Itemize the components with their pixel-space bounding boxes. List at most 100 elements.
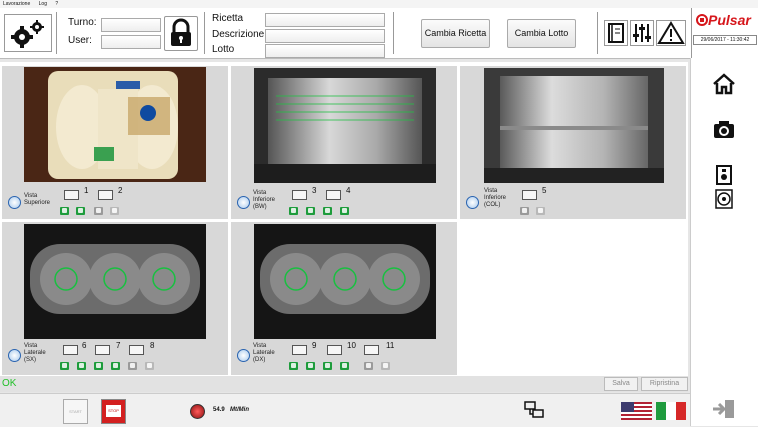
camera-label-line: Vista <box>24 193 38 199</box>
camera-button[interactable] <box>128 362 137 370</box>
camera-label-line: Vista <box>253 190 267 196</box>
snapshot-button[interactable] <box>289 362 298 370</box>
snapshot-button[interactable] <box>94 362 103 370</box>
trash-button[interactable] <box>76 207 85 215</box>
book-icon <box>608 23 624 43</box>
adjustments-button[interactable] <box>630 20 654 46</box>
device-button[interactable] <box>715 165 733 185</box>
monitor-icon[interactable] <box>522 190 537 200</box>
monitor-icon[interactable] <box>292 190 307 200</box>
turno-label: Turno: <box>68 17 97 28</box>
right-sidebar <box>690 58 758 426</box>
descrizione-label: Descrizione <box>212 29 265 40</box>
ricetta-label: Ricetta <box>212 13 244 24</box>
menu-lavorazione[interactable]: Lavorazione <box>3 1 30 7</box>
trash-button[interactable] <box>111 362 120 370</box>
trash-button[interactable] <box>306 207 315 215</box>
lock-button[interactable] <box>164 16 198 51</box>
camera-label-line: Inferiore <box>484 195 507 201</box>
manual-button[interactable] <box>604 20 628 46</box>
trash-button[interactable] <box>340 362 349 370</box>
cambia-ricetta-button[interactable]: Cambia Ricetta <box>421 19 490 48</box>
italy-flag-icon <box>656 402 686 420</box>
ripristina-button[interactable]: Ripristina <box>641 377 688 391</box>
camera-button[interactable] <box>520 207 529 215</box>
snapshot-button[interactable] <box>60 207 69 215</box>
logout-button[interactable] <box>711 398 737 420</box>
status-bar: OK Salva Ripristina <box>0 376 688 392</box>
trash-button <box>110 207 119 215</box>
lotto-label: Lotto <box>212 44 235 55</box>
user-label: User: <box>68 35 92 46</box>
monitor-icon[interactable] <box>95 345 110 355</box>
snapshot-button[interactable] <box>323 207 332 215</box>
status-text: OK <box>2 378 17 389</box>
snapshot-button[interactable] <box>323 362 332 370</box>
info-icon[interactable] <box>237 196 250 209</box>
trash-button <box>536 207 545 215</box>
monitor-number: 8 <box>150 341 155 350</box>
camera-image[interactable] <box>484 68 664 183</box>
info-icon[interactable] <box>237 349 250 362</box>
cambia-lotto-button[interactable]: Cambia Lotto <box>507 19 576 48</box>
user-field[interactable] <box>101 35 161 49</box>
camera-image[interactable] <box>24 67 206 182</box>
monitor-icon[interactable] <box>64 190 79 200</box>
camera-image[interactable] <box>254 224 436 339</box>
snapshot-button[interactable] <box>289 207 298 215</box>
info-icon[interactable] <box>8 349 21 362</box>
camera-label-line: Inferiore <box>253 197 276 203</box>
camera-image[interactable] <box>24 224 206 339</box>
camera-image[interactable] <box>254 68 436 183</box>
info-icon[interactable] <box>466 196 479 209</box>
disk-button[interactable] <box>715 189 733 209</box>
camera-label-line: (COL) <box>484 202 501 208</box>
brand-name: Pulsar <box>708 12 751 28</box>
menu-help[interactable]: ? <box>55 1 58 7</box>
monitor-number: 2 <box>118 186 123 195</box>
english-flag-button[interactable] <box>621 402 652 420</box>
camera-snapshot-button[interactable] <box>712 118 736 140</box>
home-button[interactable] <box>712 72 736 96</box>
camera-panel-superiore: Vista Superiore 1 2 <box>2 66 228 219</box>
camera-label: Vista Inferiore (BW) <box>253 190 275 211</box>
monitor-icon[interactable] <box>327 345 342 355</box>
trash-button[interactable] <box>306 362 315 370</box>
monitor-number: 5 <box>542 186 547 195</box>
monitor-number: 3 <box>312 186 317 195</box>
menu-log[interactable]: Log <box>39 1 47 7</box>
monitor-icon[interactable] <box>98 190 113 200</box>
monitor-icon[interactable] <box>326 190 341 200</box>
us-flag-icon <box>621 402 652 420</box>
monitor-icon[interactable] <box>129 345 144 355</box>
monitor-icon[interactable] <box>364 345 379 355</box>
stop-label: STOP <box>106 405 121 417</box>
disk-icon <box>715 189 733 209</box>
divider <box>56 12 57 54</box>
network-button[interactable] <box>523 400 545 420</box>
alarms-button[interactable] <box>656 20 686 46</box>
monitor-icon[interactable] <box>292 345 307 355</box>
monitor-icon[interactable] <box>63 345 78 355</box>
info-icon[interactable] <box>8 196 21 209</box>
camera-label-line: Vista <box>253 343 267 349</box>
salva-button[interactable]: Salva <box>604 377 638 391</box>
stop-button[interactable]: STOP <box>101 399 126 424</box>
warning-icon <box>657 21 685 44</box>
camera-panel-laterale-sx: Vista Laterale (SX) 6 7 8 <box>2 222 228 375</box>
lock-icon <box>171 18 191 46</box>
snapshot-button[interactable] <box>60 362 69 370</box>
start-button[interactable]: START <box>63 399 88 424</box>
camera-label-line: Laterale <box>253 350 275 356</box>
camera-button[interactable] <box>94 207 103 215</box>
camera-label-line: Vista <box>484 188 498 194</box>
camera-button[interactable] <box>364 362 373 370</box>
ricetta-field <box>265 13 385 27</box>
italian-flag-button[interactable] <box>656 402 686 420</box>
speed-value: 54.9 <box>213 407 225 413</box>
trash-button[interactable] <box>77 362 86 370</box>
device-icon <box>716 165 732 185</box>
settings-button[interactable] <box>4 14 52 52</box>
trash-button[interactable] <box>340 207 349 215</box>
turno-field[interactable] <box>101 18 161 32</box>
